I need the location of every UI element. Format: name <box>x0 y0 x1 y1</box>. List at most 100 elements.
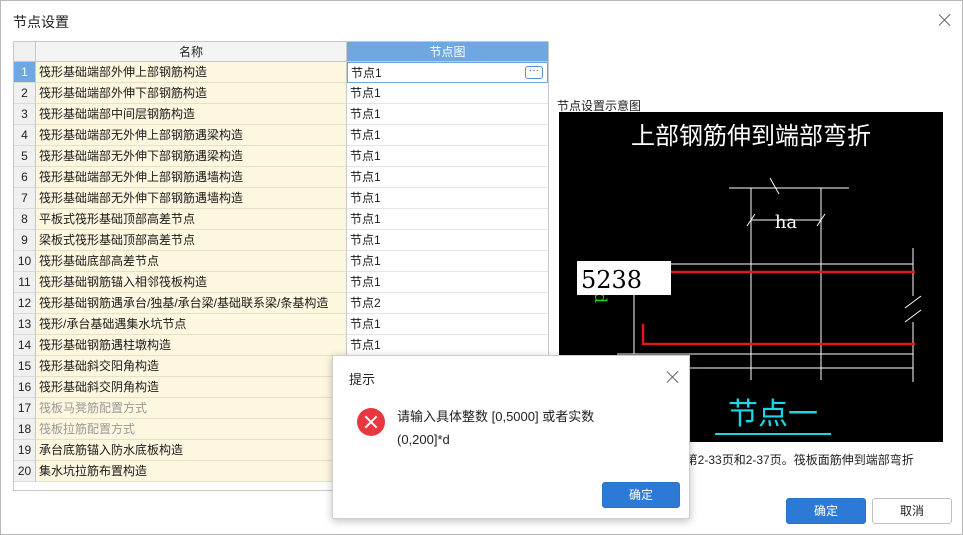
row-number[interactable]: 20 <box>14 461 36 482</box>
row-node-text: 节点2 <box>350 296 381 310</box>
table-row[interactable]: 11 筏形基础钢筋锚入相邻筏板构造 节点1 <box>14 272 548 293</box>
row-node-value[interactable]: 节点1 <box>347 125 548 146</box>
row-number[interactable]: 11 <box>14 272 36 293</box>
row-number[interactable]: 17 <box>14 398 36 419</box>
modal-title: 提示 <box>349 372 376 387</box>
cancel-button[interactable]: 取消 <box>872 498 952 524</box>
row-name[interactable]: 筏形基础端部无外伸上部钢筋遇墙构造 <box>36 167 347 188</box>
row-name[interactable]: 筏形基础钢筋锚入相邻筏板构造 <box>36 272 347 293</box>
row-name[interactable]: 平板式筏形基础顶部高差节点 <box>36 209 347 230</box>
row-name[interactable]: 筏形基础底部高差节点 <box>36 251 347 272</box>
row-node-text: 节点1 <box>350 317 381 331</box>
row-name[interactable]: 筏形基础端部外伸下部钢筋构造 <box>36 83 347 104</box>
row-name[interactable]: 筏板马凳筋配置方式 <box>36 398 347 419</box>
row-node-value[interactable]: 节点1 <box>347 209 548 230</box>
row-number[interactable]: 18 <box>14 419 36 440</box>
ha-dimension <box>729 177 849 380</box>
row-number[interactable]: 19 <box>14 440 36 461</box>
row-name[interactable]: 筏形基础端部中间层钢筋构造 <box>36 104 347 125</box>
table-row[interactable]: 4 筏形基础端部无外伸上部钢筋遇梁构造 节点1 <box>14 125 548 146</box>
row-number[interactable]: 13 <box>14 314 36 335</box>
row-name[interactable]: 承台底筋锚入防水底板构造 <box>36 440 347 461</box>
row-number[interactable]: 6 <box>14 167 36 188</box>
modal-ok-button[interactable]: 确定 <box>602 482 680 508</box>
row-name[interactable]: 筏形基础斜交阳角构造 <box>36 356 347 377</box>
row-name[interactable]: 筏形基础钢筋遇承台/独基/承台梁/基础联系梁/条基构造 <box>36 293 347 314</box>
table-row[interactable]: 9 梁板式筏形基础顶部高差节点 节点1 <box>14 230 548 251</box>
row-node-value[interactable]: 节点1 <box>347 188 548 209</box>
row-name[interactable]: 梁板式筏形基础顶部高差节点 <box>36 230 347 251</box>
row-node-value[interactable]: 节点2 <box>347 293 548 314</box>
row-number[interactable]: 16 <box>14 377 36 398</box>
row-number[interactable]: 12 <box>14 293 36 314</box>
table-row[interactable]: 10 筏形基础底部高差节点 节点1 <box>14 251 548 272</box>
row-node-text: 节点1 <box>350 128 381 142</box>
row-number[interactable]: 10 <box>14 251 36 272</box>
row-node-text: 节点1 <box>350 170 381 184</box>
row-number[interactable]: 15 <box>14 356 36 377</box>
row-number[interactable]: 8 <box>14 209 36 230</box>
row-number[interactable]: 1 <box>14 62 36 83</box>
table-row[interactable]: 8 平板式筏形基础顶部高差节点 节点1 <box>14 209 548 230</box>
row-number[interactable]: 9 <box>14 230 36 251</box>
table-row[interactable]: 3 筏形基础端部中间层钢筋构造 节点1 <box>14 104 548 125</box>
row-name[interactable]: 筏形基础端部无外伸下部钢筋遇墙构造 <box>36 188 347 209</box>
more-options-icon[interactable]: ··· <box>525 66 543 79</box>
row-node-text: 节点1 <box>351 66 382 80</box>
row-node-value[interactable]: 节点1 <box>347 335 548 356</box>
prompt-modal: 提示 请输入具体整数 [0,5000] 或者实数 (0,200]*d 确定 <box>332 355 690 519</box>
row-name[interactable]: 集水坑拉筋布置构造 <box>36 461 347 482</box>
preview-caption: 3第2-33页和2-37页。筏板面筋伸到端部弯折 <box>679 453 914 467</box>
row-name[interactable]: 筏形基础端部无外伸上部钢筋遇梁构造 <box>36 125 347 146</box>
table-row[interactable]: 2 筏形基础端部外伸下部钢筋构造 节点1 <box>14 83 548 104</box>
row-number[interactable]: 4 <box>14 125 36 146</box>
row-name[interactable]: 筏形基础端部无外伸下部钢筋遇梁构造 <box>36 146 347 167</box>
modal-close-icon[interactable] <box>666 370 680 384</box>
row-node-text: 节点1 <box>350 233 381 247</box>
table-row[interactable]: 6 筏形基础端部无外伸上部钢筋遇墙构造 节点1 <box>14 167 548 188</box>
title-bar: 节点设置 <box>1 1 962 39</box>
row-name[interactable]: 筏形基础斜交阴角构造 <box>36 377 347 398</box>
row-number[interactable]: 7 <box>14 188 36 209</box>
modal-message-line1: 请输入具体整数 [0,5000] 或者实数 <box>397 409 595 424</box>
row-node-value[interactable]: 节点1 <box>347 83 548 104</box>
close-icon[interactable] <box>938 13 952 27</box>
row-node-text: 节点1 <box>350 275 381 289</box>
row-node-value[interactable]: 节点1 <box>347 230 548 251</box>
row-node-text: 节点1 <box>350 107 381 121</box>
column-header-name[interactable]: 名称 <box>36 42 347 62</box>
row-number[interactable]: 14 <box>14 335 36 356</box>
row-node-value[interactable]: 节点1 <box>347 251 548 272</box>
table-row[interactable]: 12 筏形基础钢筋遇承台/独基/承台梁/基础联系梁/条基构造 节点2 <box>14 293 548 314</box>
row-number[interactable]: 2 <box>14 83 36 104</box>
table-row[interactable]: 13 筏形/承台基础遇集水坑节点 节点1 <box>14 314 548 335</box>
row-number[interactable]: 3 <box>14 104 36 125</box>
row-number-header <box>14 42 36 62</box>
row-number[interactable]: 5 <box>14 146 36 167</box>
modal-message: 请输入具体整数 [0,5000] 或者实数 (0,200]*d <box>397 405 657 451</box>
row-node-value[interactable]: 节点1 <box>347 272 548 293</box>
row-name[interactable]: 筏形基础钢筋遇柱墩构造 <box>36 335 347 356</box>
row-name[interactable]: 筏形/承台基础遇集水坑节点 <box>36 314 347 335</box>
row-node-text: 节点1 <box>350 212 381 226</box>
row-node-text: 节点1 <box>350 254 381 268</box>
table-row[interactable]: 5 筏形基础端部无外伸下部钢筋遇梁构造 节点1 <box>14 146 548 167</box>
row-node-value[interactable]: 节点1 <box>347 146 548 167</box>
table-row[interactable]: 7 筏形基础端部无外伸下部钢筋遇墙构造 节点1 <box>14 188 548 209</box>
row-name[interactable]: 筏形基础端部外伸上部钢筋构造 <box>36 62 347 83</box>
diagram-heading: 上部钢筋伸到端部弯折 <box>631 122 871 150</box>
row-node-text: 节点1 <box>350 86 381 100</box>
row-node-text: 节点1 <box>350 338 381 352</box>
row-node-value[interactable]: 节点1 <box>347 167 548 188</box>
row-node-value[interactable]: 节点1 ··· <box>347 62 548 83</box>
row-name[interactable]: 筏板拉筋配置方式 <box>36 419 347 440</box>
ok-button[interactable]: 确定 <box>786 498 866 524</box>
row-node-value[interactable]: 节点1 <box>347 314 548 335</box>
column-header-node[interactable]: 节点图 <box>347 42 548 62</box>
dialog-title: 节点设置 <box>13 14 69 30</box>
dimension-input-value[interactable]: 5238 <box>581 266 642 294</box>
table-row[interactable]: 14 筏形基础钢筋遇柱墩构造 节点1 <box>14 335 548 356</box>
table-row[interactable]: 1 筏形基础端部外伸上部钢筋构造 节点1 ··· <box>14 62 548 83</box>
error-icon <box>357 408 385 436</box>
row-node-value[interactable]: 节点1 <box>347 104 548 125</box>
